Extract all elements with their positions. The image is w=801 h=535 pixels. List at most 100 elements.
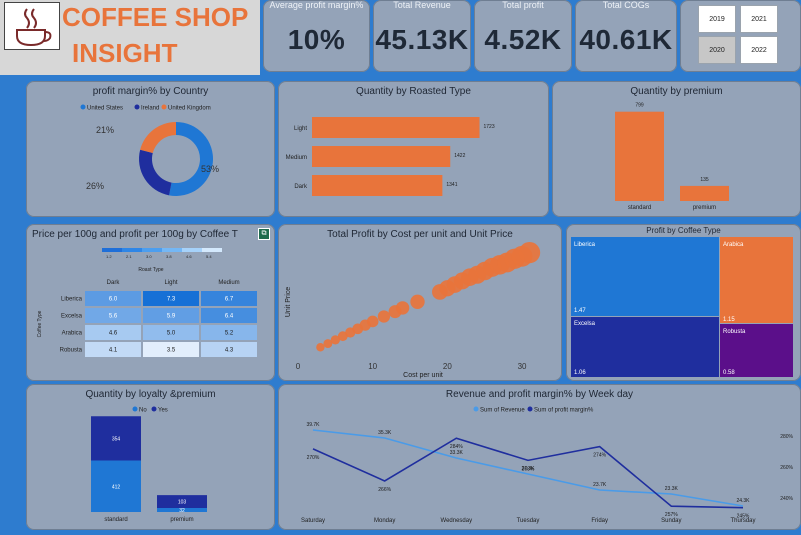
heatmap-cell-label: 5.0 — [167, 331, 176, 337]
data-label-revenue: 23.3K — [665, 486, 679, 492]
legend-label-united-kingdom: United Kingdom — [168, 106, 211, 112]
donut-slice-united-kingdom — [140, 122, 176, 154]
kpi-card-profit-margin: Average profit margin% 10% — [263, 0, 370, 72]
legend-marker-no — [132, 406, 138, 412]
legend-label-yes: Yes — [158, 408, 168, 414]
year-button-2022[interactable]: 2022 — [740, 36, 778, 64]
legend-marker-profit-margin — [527, 406, 533, 412]
country-donut-panel: profit margin% by Country United States … — [26, 81, 275, 217]
weekday-line-panel: Revenue and profit margin% by Week day S… — [278, 384, 801, 530]
legend-label-no: No — [139, 408, 147, 414]
treemap-tile-arabica — [720, 237, 793, 323]
data-label-profit-margin: 284% — [450, 444, 463, 450]
y-tick-label-light: Light — [294, 126, 307, 132]
year-slicer: 2019 2021 2020 2022 — [680, 0, 801, 72]
heatmap-cell-label: 7.3 — [167, 297, 176, 303]
x-tick-label-friday: Friday — [591, 518, 608, 524]
slice-label-united-states: 53% — [201, 164, 219, 174]
data-label-profit-margin: 257% — [665, 512, 678, 518]
header-title-box: COFFEE SHOP INSIGHT — [0, 0, 260, 75]
data-label-revenue: 33.3K — [450, 450, 464, 456]
legend-tick-label: 5.4 — [206, 254, 212, 259]
legend-tick-label: 3.0 — [146, 254, 152, 259]
legend-label-profit-margin: Sum of profit margin% — [534, 408, 594, 414]
app-title-line2: INSIGHT — [72, 38, 178, 68]
legend-title: Roast Type — [138, 267, 163, 273]
legend-marker-united-states — [80, 104, 86, 110]
x-tick-label-standard: standard — [104, 517, 127, 523]
treemap-label-robusta: Robusta — [723, 329, 746, 335]
legend-marker-ireland — [134, 104, 140, 110]
line-profit-margin — [312, 437, 744, 509]
treemap-value-robusta: 0.58 — [723, 370, 735, 376]
legend-marker-united-kingdom — [161, 104, 167, 110]
year-button-2020[interactable]: 2020 — [698, 36, 736, 64]
kpi-card-total-profit: Total profit 4.52K — [474, 0, 572, 72]
row-header-robusta: Robusta — [60, 348, 83, 354]
x-tick-label-0: 0 — [296, 362, 301, 371]
legend-tick-label: 4.6 — [186, 254, 192, 259]
legend-swatch — [122, 248, 142, 252]
kpi-label: Total Revenue — [393, 0, 451, 10]
data-label: 412 — [112, 484, 121, 490]
legend-tick-label: 3.8 — [166, 254, 172, 259]
heatmap-cell-label: 5.9 — [167, 314, 176, 320]
slice-label-united-kingdom: 21% — [96, 125, 114, 135]
data-label-revenue: 23.7K — [593, 482, 607, 488]
x-tick-label-saturday: Saturday — [301, 518, 325, 524]
heatmap-cell-label: 4.3 — [225, 348, 234, 354]
data-label-profit-margin: 266% — [378, 487, 391, 493]
row-header-excelsa: Excelsa — [61, 314, 83, 320]
year-button-2021[interactable]: 2021 — [740, 5, 778, 33]
y-tick-label-dark: Dark — [294, 184, 308, 190]
right-axis-tick-label: 240% — [780, 496, 793, 502]
scatter-point — [518, 241, 541, 264]
bar-premium — [680, 185, 729, 201]
legend-label-revenue: Sum of Revenue — [480, 408, 525, 414]
donut-slice-ireland — [139, 149, 172, 196]
data-label-light: 1723 — [484, 124, 495, 130]
kpi-value: 10% — [287, 24, 346, 55]
legend-swatch — [142, 248, 162, 252]
heatmap-cell-label: 6.7 — [225, 297, 234, 303]
legend-tick-label: 2.1 — [126, 254, 132, 259]
data-label-profit-margin: 268% — [522, 466, 535, 472]
loyalty-stacked-panel: Quantity by loyalty &premium No Yes 412 3… — [26, 384, 275, 530]
y-axis-title: Unit Price — [285, 287, 292, 317]
app-title-line1: COFFEE SHOP — [62, 2, 249, 32]
slice-label-ireland: 26% — [86, 181, 104, 191]
bar-standard — [615, 111, 664, 201]
scatter-point — [410, 294, 425, 309]
row-header-liberica: Liberica — [61, 297, 83, 303]
legend-marker-revenue — [473, 406, 479, 412]
data-label-standard: 799 — [635, 103, 644, 109]
x-tick-label-sunday: Sunday — [661, 518, 681, 524]
scatter-point — [395, 301, 410, 315]
x-tick-label-monday: Monday — [374, 518, 395, 524]
heatmap-cell-label: 6.0 — [109, 297, 118, 303]
treemap-value-liberica: 1.47 — [574, 308, 586, 314]
heatmap-cell-label: 5.6 — [109, 314, 118, 320]
scatter-point — [366, 315, 379, 328]
kpi-label: Total COGs — [602, 0, 650, 10]
bar-dark — [312, 175, 443, 196]
y-axis-title: Coffee Type — [37, 310, 43, 337]
x-tick-label-30: 30 — [518, 362, 527, 371]
heatmap-cell-label: 3.5 — [167, 348, 176, 354]
data-label-revenue: 39.7K — [306, 422, 320, 428]
scatter-point — [316, 343, 325, 352]
treemap-value-excelsa: 1.06 — [574, 370, 586, 376]
legend-swatch — [202, 248, 222, 252]
right-axis-tick-label: 260% — [780, 465, 793, 471]
x-tick-label-premium: premium — [170, 517, 193, 523]
scatter-panel: Total Profit by Cost per unit and Unit P… — [278, 224, 562, 381]
kpi-label: Average profit margin% — [269, 0, 364, 10]
kpi-card-total-cogs: Total COGs 40.61K — [575, 0, 677, 72]
year-button-2019[interactable]: 2019 — [698, 5, 736, 33]
data-label-revenue: 24.3K — [736, 498, 750, 504]
treemap-label-arabica: Arabica — [723, 242, 744, 248]
kpi-value: 40.61K — [579, 24, 673, 55]
data-label-profit-margin: 270% — [307, 455, 320, 461]
legend-swatch — [162, 248, 182, 252]
column-header-dark: Dark — [107, 280, 121, 286]
